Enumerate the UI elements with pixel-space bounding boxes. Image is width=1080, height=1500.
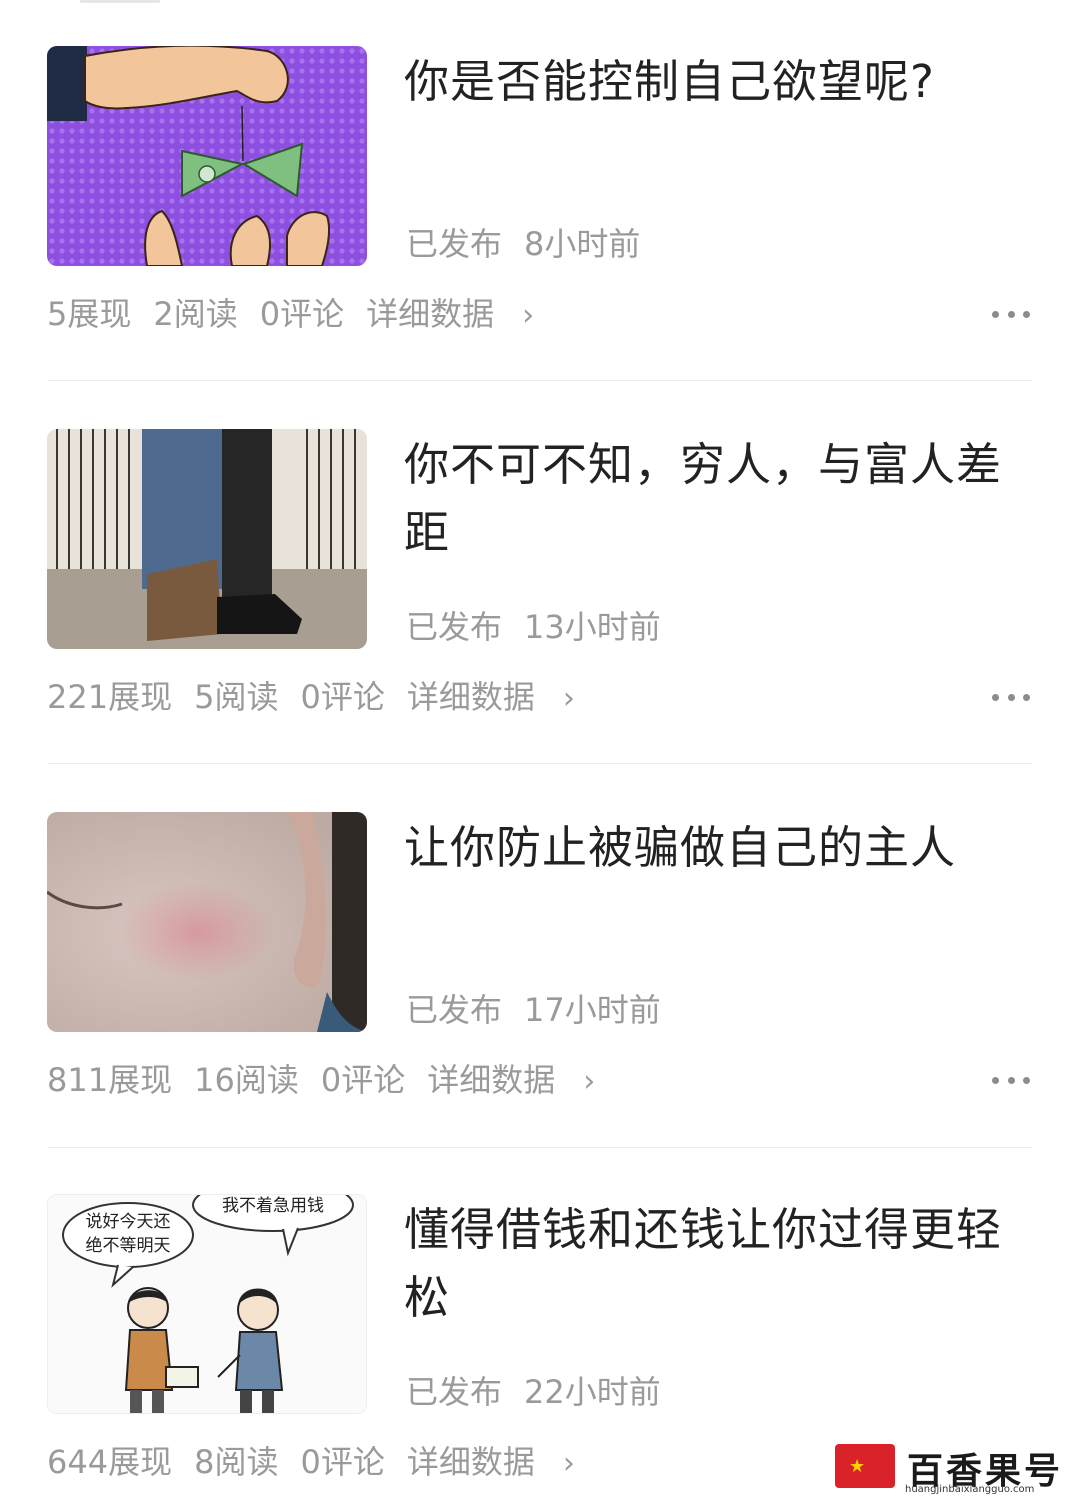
watermark-url: huangjinbaixiangguo.com xyxy=(905,1484,1035,1495)
speech-left-line1: 说好今天还 xyxy=(86,1212,171,1232)
divider xyxy=(47,380,1033,381)
publish-info: 已发布 8小时前 xyxy=(406,224,640,264)
previous-item-edge xyxy=(80,0,160,3)
detail-data-label: 详细数据 xyxy=(406,678,535,716)
article-thumbnail[interactable]: 说好今天还 绝不等明天 我不着急用钱 xyxy=(47,1194,367,1414)
divider xyxy=(47,1147,1033,1148)
publish-info: 已发布 13小时前 xyxy=(406,607,661,647)
money-bait-image xyxy=(47,46,367,266)
article-title[interactable]: 懂得借钱和还钱让你过得更轻松 xyxy=(404,1196,1004,1332)
publish-info: 已发布 22小时前 xyxy=(406,1372,661,1412)
article-thumbnail[interactable] xyxy=(47,46,367,266)
shoes-contrast-image xyxy=(47,429,367,649)
impressions-count: 644展现 xyxy=(47,1443,173,1481)
comments-count: 0评论 xyxy=(300,678,385,716)
article-stats: 5展现 2阅读 0评论 详细数据 › xyxy=(47,294,556,336)
publish-status: 已发布 xyxy=(406,1373,503,1411)
article-title[interactable]: 让你防止被骗做自己的主人 xyxy=(404,814,1004,882)
cartoon-lending-image: 说好今天还 绝不等明天 我不着急用钱 xyxy=(48,1195,366,1413)
publish-status: 已发布 xyxy=(406,608,503,646)
publish-time: 13小时前 xyxy=(524,608,661,646)
detail-data-label: 详细数据 xyxy=(406,1443,535,1481)
more-options-icon[interactable] xyxy=(992,693,1030,701)
article-title[interactable]: 你是否能控制自己欲望呢? xyxy=(404,48,1004,116)
more-options-icon[interactable] xyxy=(992,1076,1030,1084)
flag-icon: ★ xyxy=(835,1444,895,1488)
chevron-right-icon: › xyxy=(562,681,575,716)
impressions-count: 5展现 xyxy=(47,295,132,333)
publish-status: 已发布 xyxy=(406,225,503,263)
detail-data-link[interactable]: 详细数据 › xyxy=(427,1061,617,1099)
article-thumbnail[interactable] xyxy=(47,429,367,649)
article-stats: 644展现 8阅读 0评论 详细数据 › xyxy=(47,1442,597,1484)
chevron-right-icon: › xyxy=(562,1446,575,1481)
detail-data-link[interactable]: 详细数据 › xyxy=(407,1443,597,1481)
article-thumbnail[interactable] xyxy=(47,812,367,1032)
publish-info: 已发布 17小时前 xyxy=(406,990,661,1030)
detail-data-label: 详细数据 xyxy=(366,295,495,333)
article-title[interactable]: 你不可不知，穷人，与富人差距 xyxy=(404,431,1004,567)
speech-right-text: 我不着急用钱 xyxy=(222,1196,324,1216)
comments-count: 0评论 xyxy=(259,295,345,333)
publish-time: 22小时前 xyxy=(524,1373,661,1411)
chevron-right-icon: › xyxy=(583,1064,596,1099)
article-stats: 221展现 5阅读 0评论 详细数据 › xyxy=(47,677,597,719)
divider xyxy=(47,763,1033,764)
detail-data-link[interactable]: 详细数据 › xyxy=(366,295,556,333)
publish-time: 8小时前 xyxy=(524,225,641,263)
more-options-icon[interactable] xyxy=(992,310,1030,318)
comments-count: 0评论 xyxy=(320,1061,406,1099)
reads-count: 16阅读 xyxy=(194,1061,299,1099)
article-stats: 811展现 16阅读 0评论 详细数据 › xyxy=(47,1060,617,1102)
impressions-count: 221展现 xyxy=(47,678,173,716)
publish-status: 已发布 xyxy=(406,991,503,1029)
watermark-logo: ★ 百香果号 huangjinbaixiangguo.com xyxy=(835,1444,1070,1498)
face-closeup-image xyxy=(47,812,367,1032)
reads-count: 5阅读 xyxy=(194,678,279,716)
speech-left-line2: 绝不等明天 xyxy=(86,1236,171,1256)
detail-data-link[interactable]: 详细数据 › xyxy=(407,678,597,716)
impressions-count: 811展现 xyxy=(47,1061,173,1099)
reads-count: 8阅读 xyxy=(194,1443,279,1481)
chevron-right-icon: › xyxy=(522,298,535,333)
detail-data-label: 详细数据 xyxy=(427,1061,556,1099)
comments-count: 0评论 xyxy=(300,1443,385,1481)
publish-time: 17小时前 xyxy=(524,991,661,1029)
reads-count: 2阅读 xyxy=(153,295,238,333)
